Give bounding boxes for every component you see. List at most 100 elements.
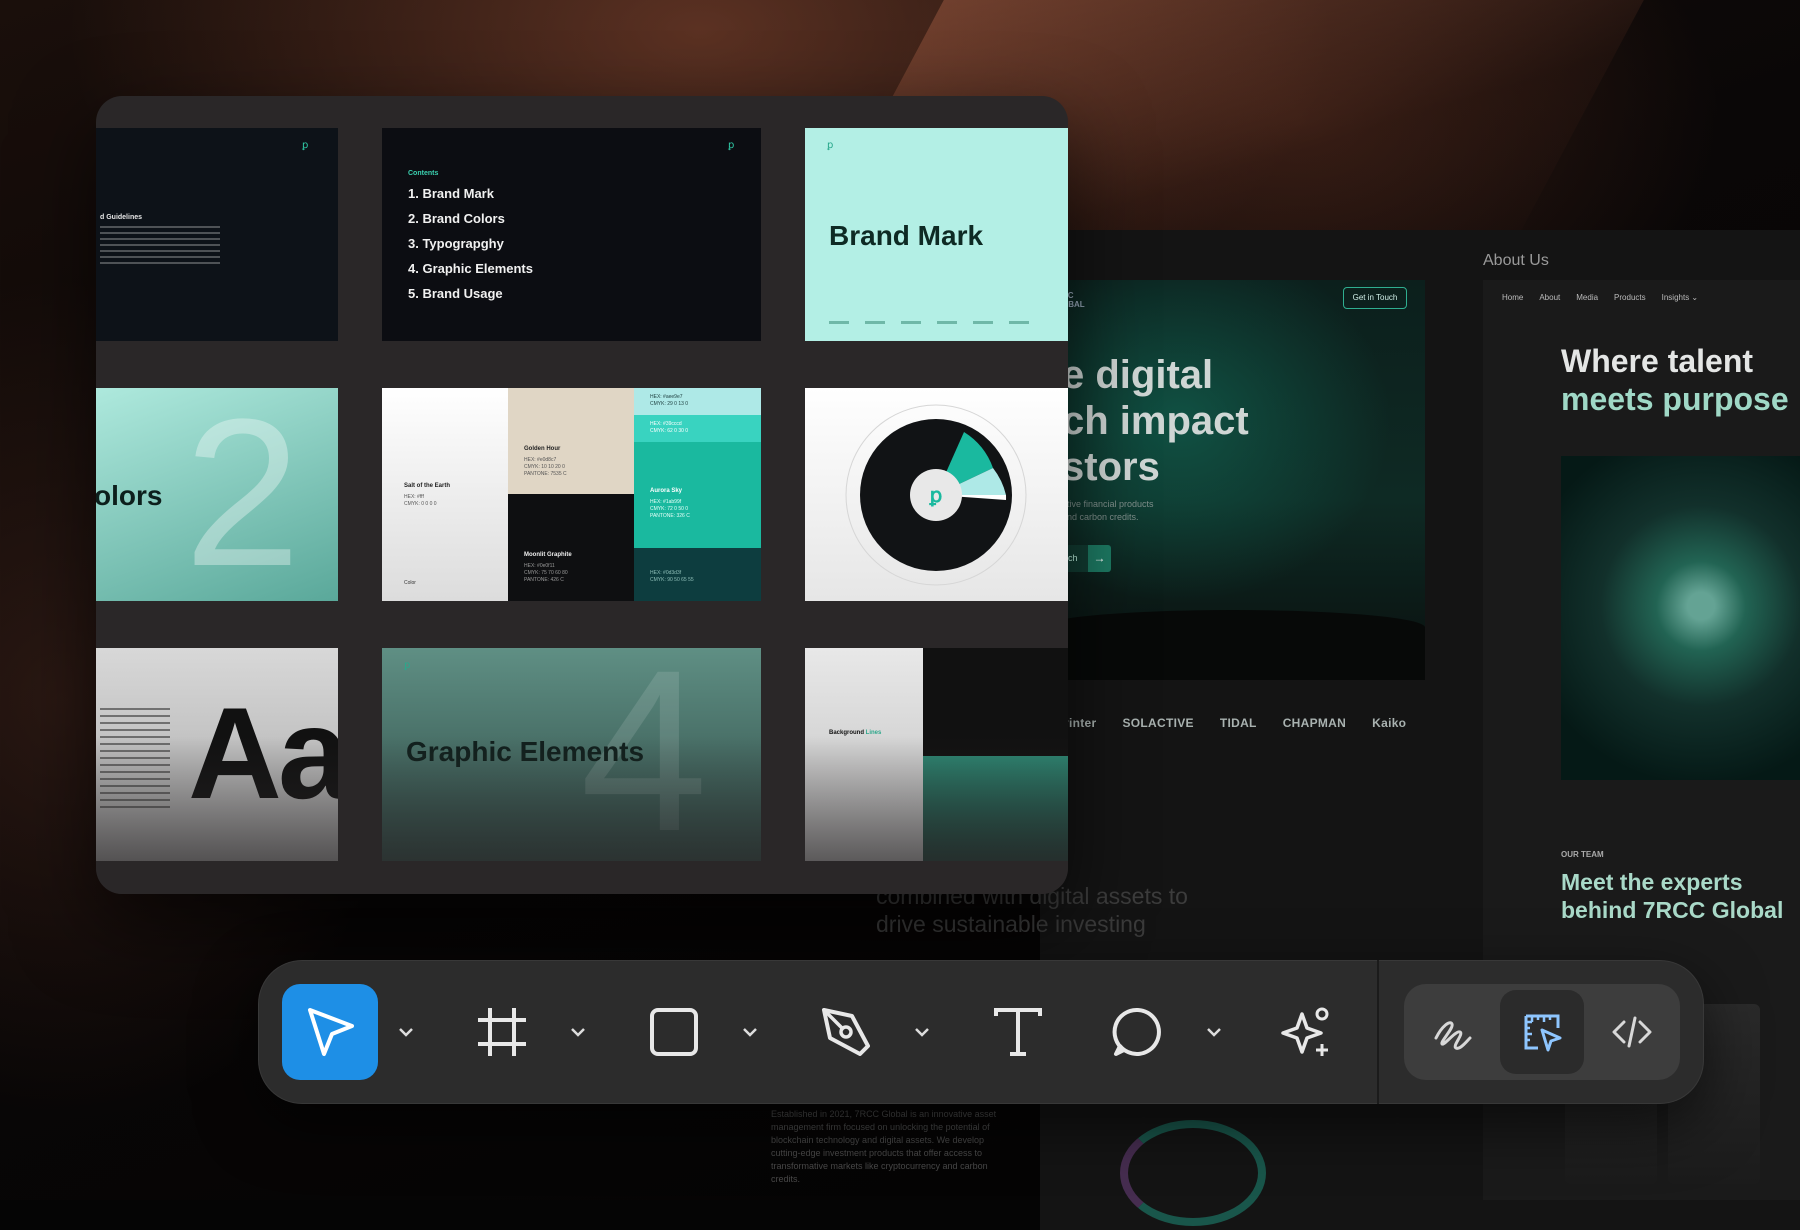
- nav-item[interactable]: Products: [1614, 293, 1646, 302]
- partner-logos: vinter SOLACTIVE TIDAL CHAPMAN Kaiko: [1062, 716, 1406, 730]
- slide-title: Graphic Elements: [406, 736, 645, 767]
- swatch-hex: HEX: #e0d8c7: [524, 457, 557, 463]
- about-heading: Where talent meets purpose: [1561, 342, 1800, 418]
- slide-panel: [923, 756, 1068, 861]
- comment-tool-dropdown[interactable]: [1202, 1014, 1226, 1050]
- frame-tool-button[interactable]: [454, 984, 550, 1080]
- slide-title-text: Background: [829, 730, 866, 736]
- swatch-salt: Salt of the Earth HEX: #fff CMYK: 0 0 0 …: [382, 388, 508, 601]
- experts-heading: Meet the experts behind 7RCC Global: [1561, 869, 1784, 923]
- swatch-hex: HEX: #1ab99f: [650, 499, 682, 505]
- partner-logo: CHAPMAN: [1282, 716, 1347, 730]
- decorative-swirl: [1120, 1120, 1266, 1226]
- swatch-moonlit: Moonlit Graphite HEX: #0e0f11 CMYK: 75 7…: [508, 494, 634, 601]
- brand-logo-icon: ꝑ: [404, 660, 411, 671]
- partner-logo: SOLACTIVE: [1122, 716, 1194, 730]
- our-team-label: OUR TEAM: [1561, 850, 1604, 859]
- swatch-hex: HEX: #aee9e7: [650, 394, 683, 400]
- type-specimen-lines: [100, 708, 170, 808]
- text-tool-button[interactable]: [970, 984, 1066, 1080]
- slide-footer: [829, 321, 1029, 324]
- slide-typography[interactable]: Aa: [96, 648, 338, 861]
- swatch-cmyk: CMYK: 75 70 60 80: [524, 570, 568, 576]
- shape-tool-button[interactable]: [626, 984, 722, 1080]
- get-in-touch-button[interactable]: Get in Touch: [1343, 287, 1407, 309]
- swatch-turquoise: HEX: #39cccd CMYK: 62 0 30 0: [634, 415, 761, 442]
- slide-palette[interactable]: Salt of the Earth HEX: #fff CMYK: 0 0 0 …: [382, 388, 761, 601]
- contents-label: Contents: [408, 170, 439, 177]
- slide-title: Brand Mark: [829, 220, 984, 251]
- chevron-down-icon: [571, 1028, 585, 1037]
- slide-graphic-elements[interactable]: ꝑ 4 Graphic Elements: [382, 648, 761, 861]
- ai-tool-button[interactable]: [1258, 984, 1354, 1080]
- contents-list: 1. Brand Mark 2. Brand Colors 3. Typogra…: [408, 186, 533, 311]
- slide-footer: Color: [404, 580, 416, 586]
- hero-title: e digital ch impact stors: [1062, 353, 1249, 489]
- swatch-cmyk: CMYK: 72 0 50 0: [650, 506, 689, 512]
- section-number: 2: [184, 388, 301, 601]
- slide-brand-mark[interactable]: ꝑ Brand Mark: [805, 128, 1068, 341]
- move-tool-button[interactable]: [282, 984, 378, 1080]
- nav-item[interactable]: About: [1539, 293, 1560, 302]
- frame-hash-icon: [478, 1008, 526, 1056]
- slide-color-ratio[interactable]: ꝑ: [805, 388, 1068, 601]
- swatch-name: Aurora Sky: [650, 488, 683, 494]
- move-tool-dropdown[interactable]: [394, 1014, 418, 1050]
- type-glyph: Aa: [188, 680, 338, 826]
- nav-item[interactable]: Home: [1502, 293, 1523, 302]
- shape-tool-dropdown[interactable]: [738, 1014, 762, 1050]
- about-nav: Home About Media Products Insights ⌄: [1502, 293, 1698, 302]
- dev-mode-button[interactable]: [1590, 990, 1674, 1074]
- pen-tool-button[interactable]: [798, 984, 894, 1080]
- text-t-icon: [994, 1008, 1042, 1056]
- hero-subtitle: ative financial products and carbon cred…: [1062, 499, 1154, 522]
- brand-logo-icon: ꝑ: [302, 140, 309, 151]
- code-brackets-icon: [1612, 1016, 1652, 1048]
- rectangle-icon: [650, 1008, 698, 1056]
- swatch-hex: HEX: #0e0f11: [524, 563, 555, 569]
- slide-colors[interactable]: 2 olors: [96, 388, 338, 601]
- comment-bubble-icon: [1112, 1007, 1161, 1056]
- design-ruler-cursor-icon: [1524, 1014, 1562, 1052]
- nav-item[interactable]: Media: [1576, 293, 1598, 302]
- design-mode-button[interactable]: [1500, 990, 1584, 1074]
- slide-title-accent: Lines: [865, 730, 882, 736]
- mode-switcher: [1404, 984, 1680, 1080]
- swatch-name: Golden Hour: [524, 446, 561, 452]
- draw-mode-button[interactable]: [1410, 990, 1494, 1074]
- toolbar-divider: [1377, 960, 1379, 1104]
- chevron-down-icon: [1207, 1028, 1221, 1037]
- swatch-hex: HEX: #0d3d3f: [650, 570, 682, 576]
- slide-title: olors: [96, 480, 163, 511]
- brand-logo-icon: ꝑ: [728, 140, 735, 151]
- color-ratio-ring-diagram: ꝑ: [845, 404, 1027, 586]
- pen-nib-icon: [822, 1008, 870, 1056]
- swatch-golden: Golden Hour HEX: #e0d8c7 CMYK: 10 10 20 …: [508, 388, 634, 494]
- about-heading-accent: meets purpose: [1561, 381, 1789, 417]
- list-item: 4. Graphic Elements: [408, 261, 533, 276]
- brand-logo-icon: ꝑ: [827, 140, 834, 151]
- pen-tool-dropdown[interactable]: [910, 1014, 934, 1050]
- cursor-arrow-icon: [308, 1008, 354, 1056]
- swatch-light-mint: HEX: #aee9e7 CMYK: 29 0 13 0: [634, 388, 761, 415]
- slide-title: Background Lines: [829, 730, 881, 736]
- scribble-icon: [1434, 1021, 1472, 1050]
- chevron-down-icon: [915, 1028, 929, 1037]
- sparkle-add-icon: [1281, 1007, 1329, 1056]
- nav-item[interactable]: Insights ⌄: [1662, 293, 1699, 302]
- arrow-icon[interactable]: →: [1088, 545, 1111, 572]
- slide-background-lines[interactable]: Background Lines: [805, 648, 1068, 861]
- frame-tool-dropdown[interactable]: [566, 1014, 590, 1050]
- swatch-name: Moonlit Graphite: [524, 552, 572, 558]
- slide-intro[interactable]: ꝑ d Guidelines: [96, 128, 338, 341]
- svg-text:ꝑ: ꝑ: [929, 485, 943, 507]
- about-heading-line: Where talent: [1561, 343, 1754, 379]
- swatch-cmyk: CMYK: 10 10 20 0: [524, 464, 565, 470]
- partner-logo: Kaiko: [1372, 716, 1407, 730]
- list-item: 5. Brand Usage: [408, 286, 503, 301]
- comment-tool-button[interactable]: [1090, 984, 1186, 1080]
- slide-contents[interactable]: ꝑ Contents 1. Brand Mark 2. Brand Colors…: [382, 128, 761, 341]
- list-item: 3. Typograpghy: [408, 236, 504, 251]
- swatch-pantone: PANTONE: 7535 C: [524, 471, 567, 477]
- swatch-cmyk: CMYK: 29 0 13 0: [650, 401, 689, 407]
